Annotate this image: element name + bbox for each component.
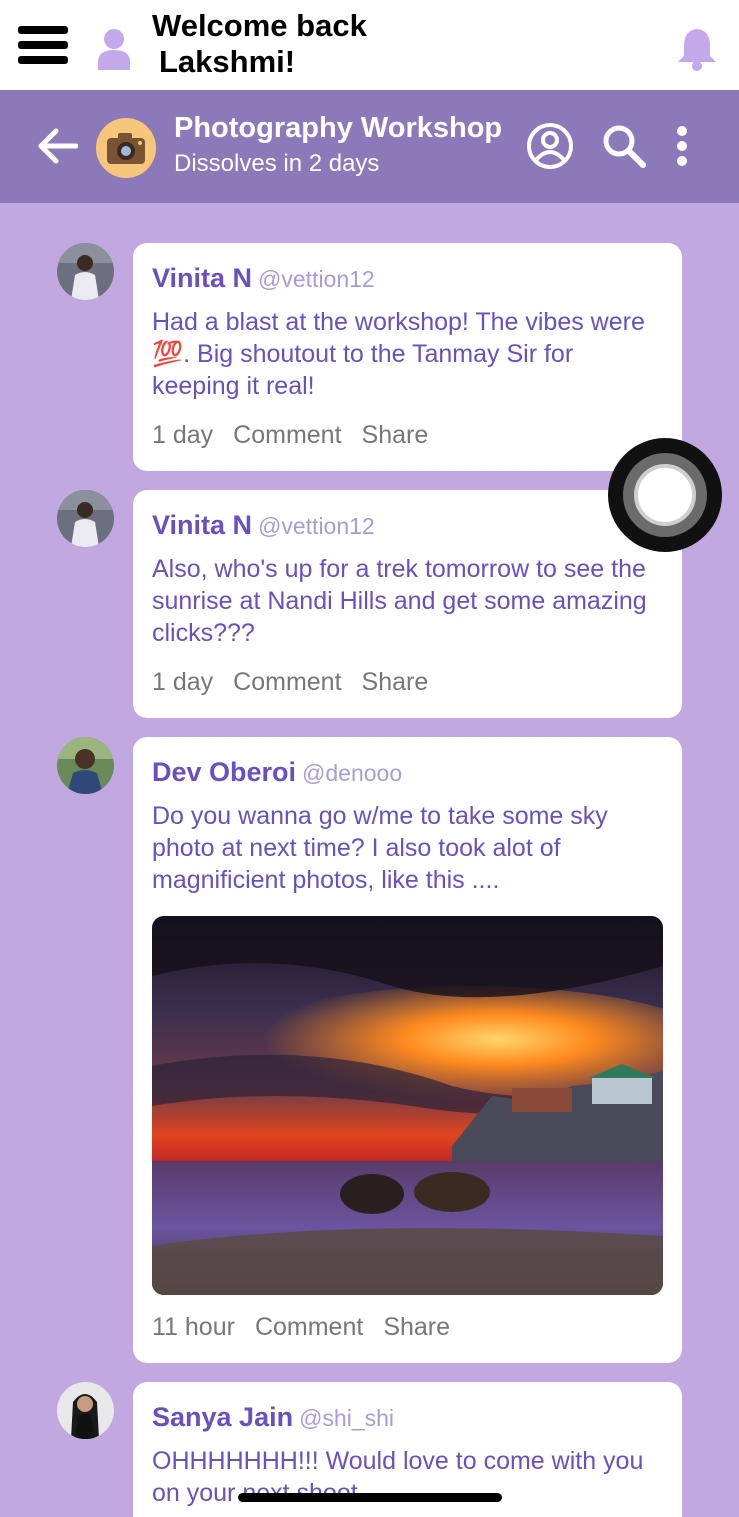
assistive-touch-core [634, 464, 696, 526]
author-handle[interactable]: @vettion12 [258, 513, 375, 539]
welcome-user-name: Lakshmi! [159, 44, 296, 79]
author-name[interactable]: Vinita N [152, 263, 252, 293]
avatar[interactable] [57, 737, 114, 794]
avatar[interactable] [57, 1382, 114, 1439]
user-icon[interactable] [96, 28, 132, 75]
comment-button[interactable]: Comment [233, 421, 341, 449]
comment-button[interactable]: Comment [233, 668, 341, 696]
user-circle-icon[interactable] [526, 122, 574, 175]
post-actions: 1 day Comment Share [152, 421, 448, 450]
post-card[interactable]: Vinita N @vettion12 Had a blast at the wo… [133, 243, 682, 471]
share-button[interactable]: Share [362, 421, 429, 449]
group-header: Photography Workshop Dissolves in 2 days [0, 90, 739, 203]
post-time: 1 day [152, 421, 214, 449]
comment-button[interactable]: Comment [255, 1313, 363, 1341]
group-title[interactable]: Photography Workshop [174, 112, 502, 145]
assistive-touch-button[interactable] [608, 438, 722, 552]
bell-icon[interactable] [675, 26, 719, 77]
post-card[interactable]: Vinita N @vettion12 Also, who's up for a … [133, 490, 682, 718]
author-name[interactable]: Sanya Jain [152, 1402, 293, 1432]
post-text: Had a blast at the workshop! The vibes w… [152, 308, 645, 400]
home-indicator[interactable] [238, 1493, 502, 1502]
post-text: Also, who's up for a trek tomorrow to se… [152, 555, 647, 647]
author-handle[interactable]: @vettion12 [258, 266, 375, 292]
group-avatar[interactable] [96, 118, 156, 178]
welcome-line-1: Welcome back [152, 8, 367, 43]
welcome-message: Welcome back Lakshmi! [152, 8, 367, 80]
post-actions: 11 hour Comment Share [152, 1313, 470, 1342]
avatar[interactable] [57, 243, 114, 300]
share-button[interactable]: Share [362, 668, 429, 696]
top-bar: Welcome back Lakshmi! [0, 0, 739, 90]
post-photo[interactable] [152, 916, 663, 1295]
author-name[interactable]: Vinita N [152, 510, 252, 540]
post-card[interactable]: Dev Oberoi @denooo Do you wanna go w/me t… [133, 737, 682, 1363]
post-time: 11 hour [152, 1313, 235, 1341]
camera-icon [107, 133, 145, 164]
assistive-touch-ring [623, 453, 707, 537]
author-name[interactable]: Dev Oberoi [152, 757, 296, 787]
avatar[interactable] [57, 490, 114, 547]
author-handle[interactable]: @denooo [302, 760, 402, 786]
share-button[interactable]: Share [383, 1313, 450, 1341]
author-handle[interactable]: @shi_shi [299, 1405, 394, 1431]
post-actions: 1 day Comment Share [152, 668, 448, 697]
group-subtitle: Dissolves in 2 days [174, 150, 380, 177]
post-time: 1 day [152, 668, 214, 696]
arrow-left-icon[interactable] [36, 126, 79, 171]
search-icon[interactable] [602, 124, 646, 173]
more-vertical-icon[interactable] [670, 126, 694, 171]
post-text: Do you wanna go w/me to take some sky ph… [152, 802, 608, 894]
hamburger-icon[interactable] [18, 26, 68, 70]
